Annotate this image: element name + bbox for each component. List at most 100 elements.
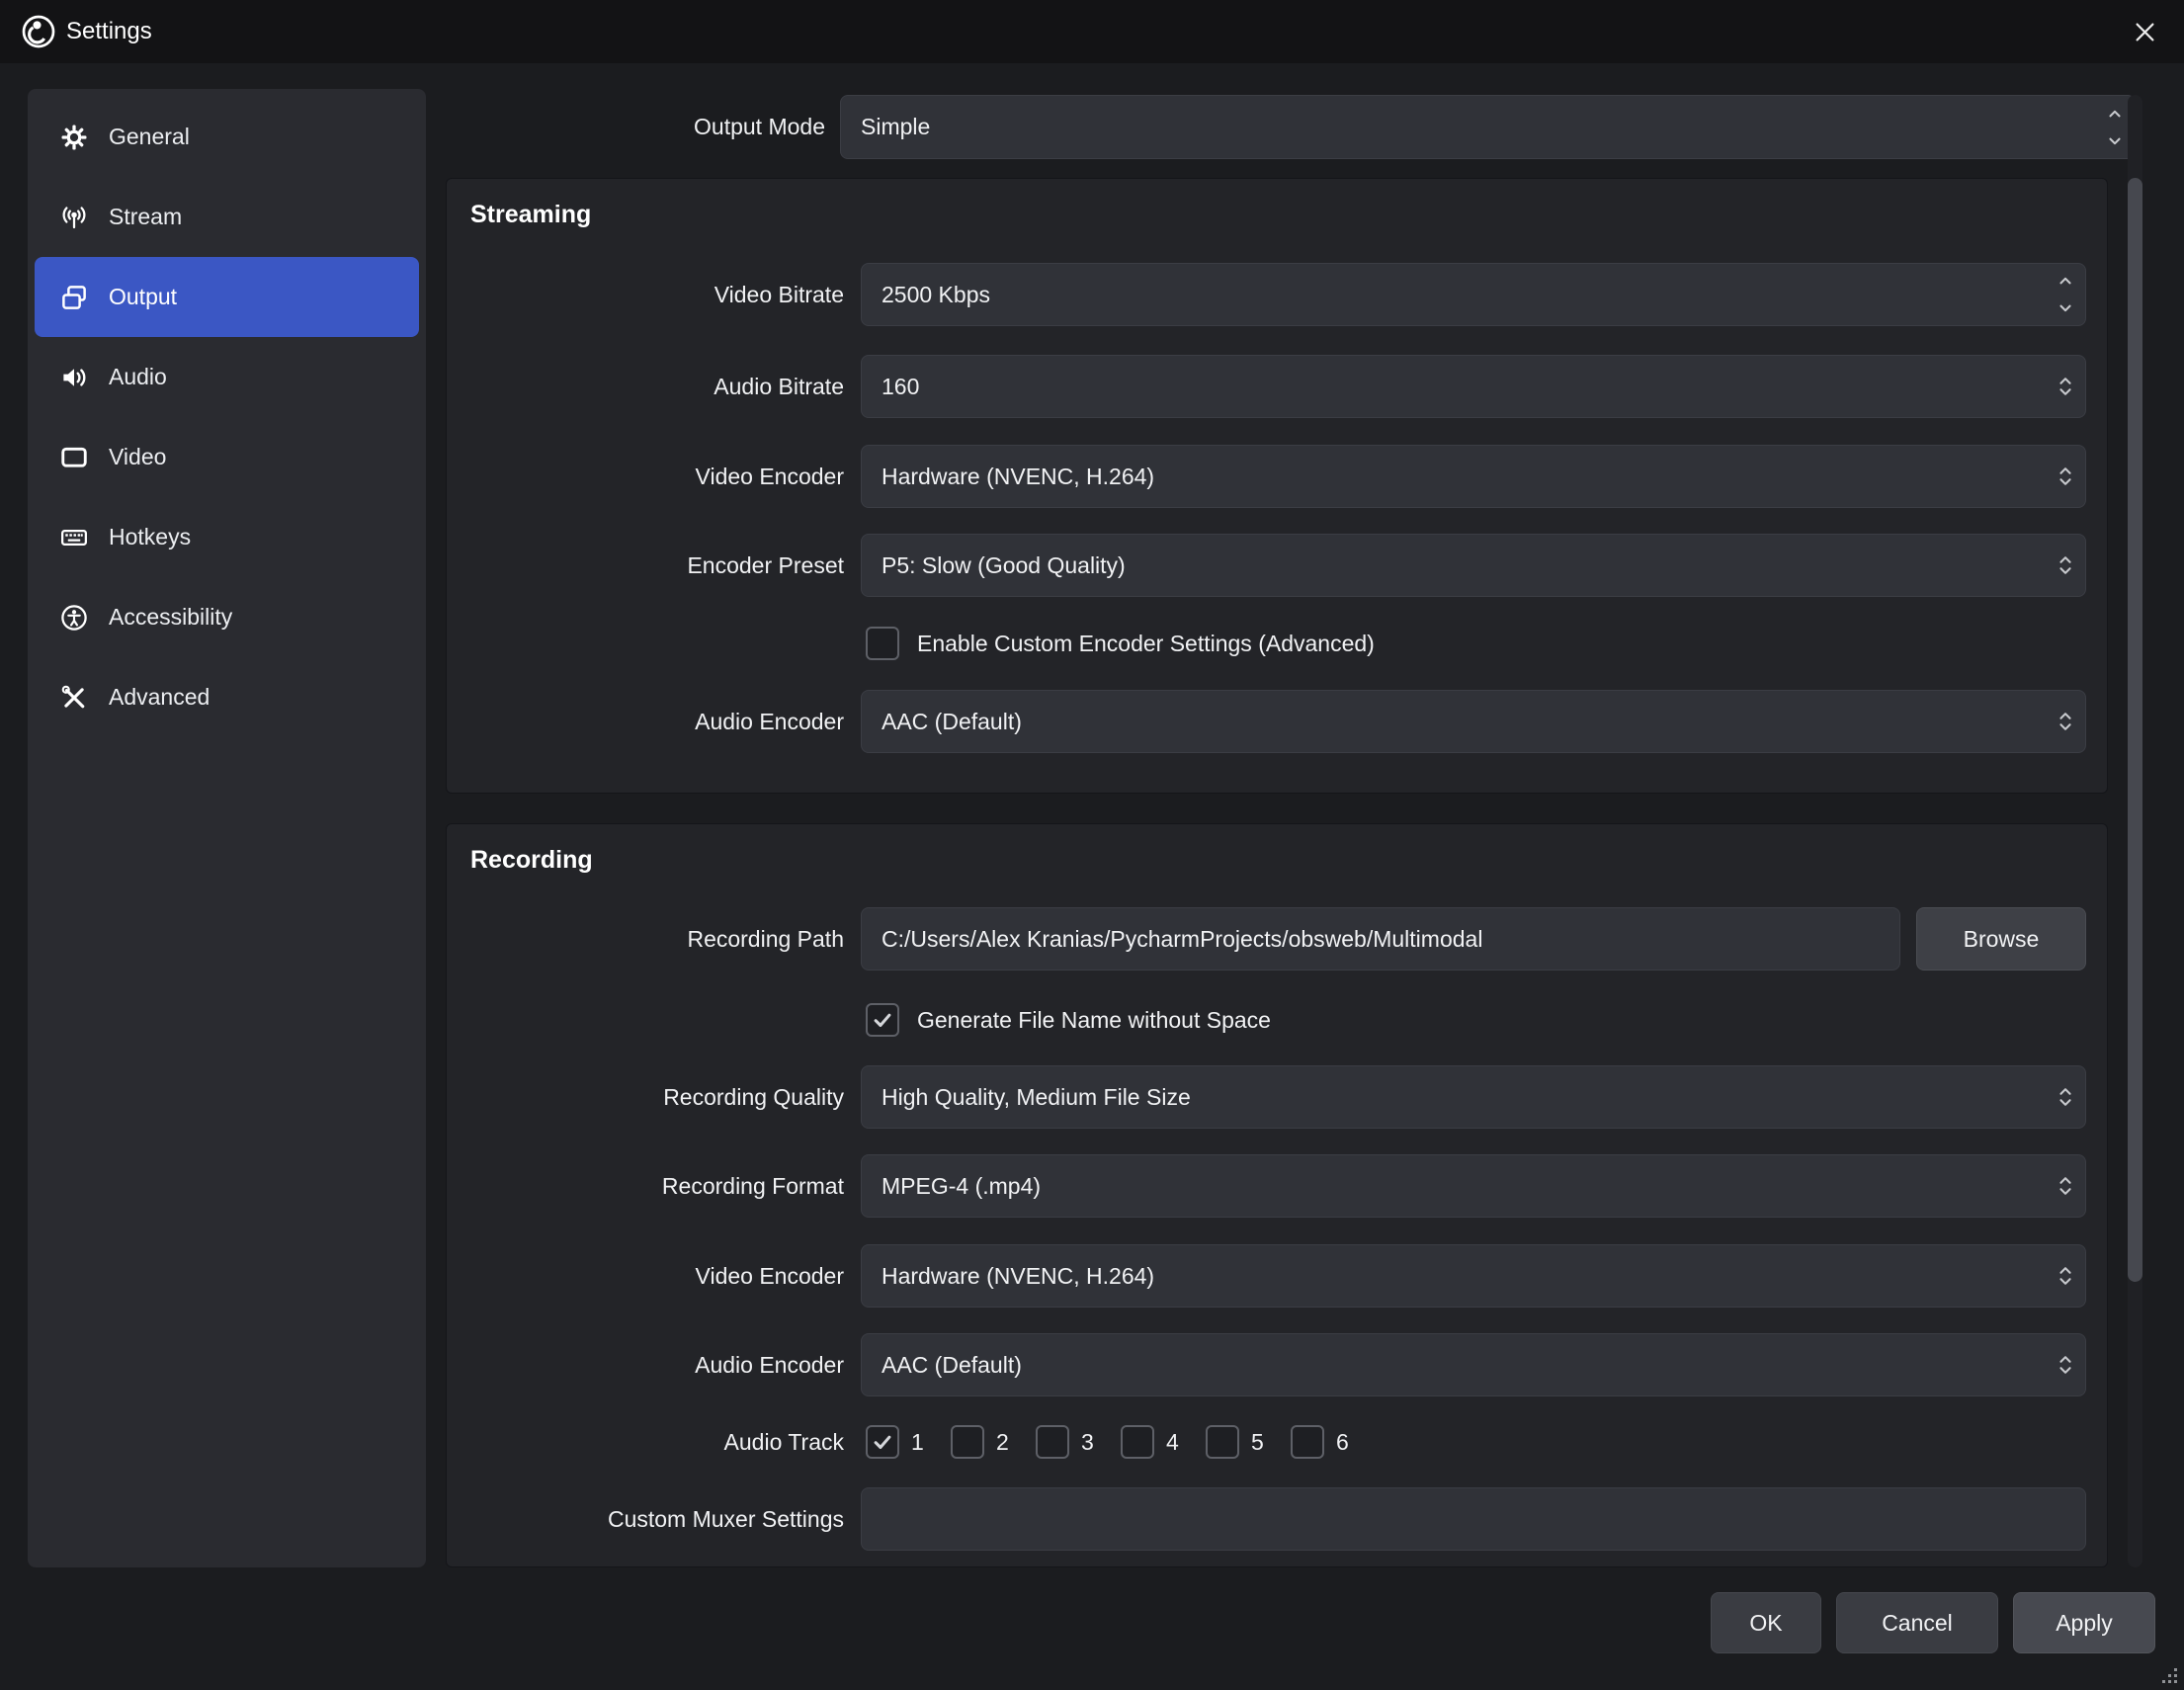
spinner-arrows-icon — [2058, 709, 2073, 734]
recording-path-value: C:/Users/Alex Kranias/PycharmProjects/ob… — [882, 926, 1482, 953]
title-bar: Settings — [0, 0, 2184, 63]
settings-sidebar: General Stream Output — [28, 89, 426, 1567]
audio-track-4-label: 4 — [1166, 1410, 1179, 1474]
sidebar-item-label: General — [109, 124, 190, 150]
encoder-preset-select[interactable]: P5: Slow (Good Quality) — [861, 534, 2086, 597]
recording-title: Recording — [470, 846, 593, 875]
scrollbar[interactable] — [2128, 95, 2142, 1567]
generate-filename-label: Generate File Name without Space — [917, 988, 1271, 1052]
spinner-arrows-icon — [2058, 1173, 2073, 1199]
keyboard-icon — [58, 522, 90, 553]
apply-button[interactable]: Apply — [2013, 1592, 2155, 1653]
sidebar-item-video[interactable]: Video — [35, 417, 419, 497]
recording-audio-encoder-label: Audio Encoder — [447, 1333, 844, 1396]
accessibility-icon — [58, 602, 90, 634]
recording-audio-encoder-value: AAC (Default) — [882, 1352, 1022, 1379]
tools-icon — [58, 682, 90, 714]
recording-video-encoder-select[interactable]: Hardware (NVENC, H.264) — [861, 1244, 2086, 1308]
video-encoder-value: Hardware (NVENC, H.264) — [882, 464, 1154, 490]
enable-custom-encoder-label: Enable Custom Encoder Settings (Advanced… — [917, 612, 1375, 675]
sidebar-item-stream[interactable]: Stream — [35, 177, 419, 257]
audio-track-1-label: 1 — [911, 1410, 924, 1474]
monitor-icon — [58, 442, 90, 473]
sidebar-item-label: Advanced — [109, 684, 210, 711]
audio-encoder-select[interactable]: AAC (Default) — [861, 690, 2086, 753]
spinner-arrows-icon — [2107, 106, 2123, 149]
sidebar-item-label: Accessibility — [109, 604, 232, 631]
resize-grip-icon[interactable] — [2161, 1667, 2179, 1685]
audio-track-6-label: 6 — [1336, 1410, 1349, 1474]
close-button[interactable] — [2113, 0, 2176, 63]
recording-video-encoder-value: Hardware (NVENC, H.264) — [882, 1263, 1154, 1290]
audio-bitrate-value: 160 — [882, 374, 919, 400]
window-title: Settings — [66, 18, 152, 45]
sidebar-item-audio[interactable]: Audio — [35, 337, 419, 417]
recording-audio-encoder-select[interactable]: AAC (Default) — [861, 1333, 2086, 1396]
recording-video-encoder-label: Video Encoder — [447, 1244, 844, 1308]
spinner-arrows-icon — [2058, 273, 2073, 316]
audio-track-3-label: 3 — [1081, 1410, 1094, 1474]
sidebar-item-general[interactable]: General — [35, 97, 419, 177]
browse-button[interactable]: Browse — [1916, 907, 2086, 971]
check-icon — [872, 1009, 893, 1031]
video-bitrate-label: Video Bitrate — [447, 263, 844, 326]
recording-format-label: Recording Format — [447, 1154, 844, 1218]
output-icon — [58, 282, 90, 313]
audio-track-2-checkbox[interactable] — [951, 1425, 984, 1459]
spinner-arrows-icon — [2058, 552, 2073, 578]
audio-bitrate-label: Audio Bitrate — [447, 355, 844, 418]
recording-format-value: MPEG-4 (.mp4) — [882, 1173, 1041, 1200]
spinner-arrows-icon — [2058, 464, 2073, 489]
enable-custom-encoder-checkbox[interactable] — [866, 627, 899, 660]
spinner-arrows-icon — [2058, 374, 2073, 399]
recording-quality-label: Recording Quality — [447, 1065, 844, 1129]
spinner-arrows-icon — [2058, 1352, 2073, 1378]
video-encoder-select[interactable]: Hardware (NVENC, H.264) — [861, 445, 2086, 508]
obs-logo-icon — [20, 13, 57, 50]
output-mode-value: Simple — [861, 114, 930, 140]
output-mode-select[interactable]: Simple — [840, 95, 2136, 159]
audio-encoder-label: Audio Encoder — [447, 690, 844, 753]
audio-track-5-checkbox[interactable] — [1206, 1425, 1239, 1459]
sidebar-item-output[interactable]: Output — [35, 257, 419, 337]
audio-track-3-checkbox[interactable] — [1036, 1425, 1069, 1459]
video-encoder-label: Video Encoder — [447, 445, 844, 508]
cancel-button[interactable]: Cancel — [1836, 1592, 1998, 1653]
audio-track-6-checkbox[interactable] — [1291, 1425, 1324, 1459]
recording-format-select[interactable]: MPEG-4 (.mp4) — [861, 1154, 2086, 1218]
audio-track-label: Audio Track — [447, 1410, 844, 1474]
recording-quality-select[interactable]: High Quality, Medium File Size — [861, 1065, 2086, 1129]
custom-muxer-label: Custom Muxer Settings — [447, 1487, 844, 1551]
broadcast-icon — [58, 202, 90, 233]
ok-button[interactable]: OK — [1711, 1592, 1821, 1653]
spinner-arrows-icon — [2058, 1084, 2073, 1110]
sidebar-item-accessibility[interactable]: Accessibility — [35, 577, 419, 657]
video-bitrate-spinbox[interactable]: 2500 Kbps — [861, 263, 2086, 326]
sidebar-item-label: Video — [109, 444, 166, 470]
recording-section: Recording Recording Path C:/Users/Alex K… — [446, 823, 2108, 1567]
custom-muxer-input[interactable] — [861, 1487, 2086, 1551]
audio-encoder-value: AAC (Default) — [882, 709, 1022, 735]
audio-bitrate-select[interactable]: 160 — [861, 355, 2086, 418]
encoder-preset-label: Encoder Preset — [447, 534, 844, 597]
audio-track-4-checkbox[interactable] — [1121, 1425, 1154, 1459]
sidebar-item-label: Audio — [109, 364, 167, 390]
sidebar-item-label: Stream — [109, 204, 182, 230]
speaker-icon — [58, 362, 90, 393]
generate-filename-checkbox[interactable] — [866, 1003, 899, 1037]
streaming-title: Streaming — [470, 201, 591, 229]
recording-path-input[interactable]: C:/Users/Alex Kranias/PycharmProjects/ob… — [861, 907, 1900, 971]
scrollbar-thumb[interactable] — [2128, 178, 2142, 1282]
check-icon — [872, 1431, 893, 1453]
recording-quality-value: High Quality, Medium File Size — [882, 1084, 1191, 1111]
sidebar-item-label: Output — [109, 284, 177, 310]
close-icon — [2132, 19, 2158, 45]
audio-track-5-label: 5 — [1251, 1410, 1264, 1474]
sidebar-item-hotkeys[interactable]: Hotkeys — [35, 497, 419, 577]
audio-track-1-checkbox[interactable] — [866, 1425, 899, 1459]
output-mode-label: Output Mode — [430, 95, 825, 159]
sidebar-item-advanced[interactable]: Advanced — [35, 657, 419, 737]
recording-path-label: Recording Path — [447, 907, 844, 971]
video-bitrate-value: 2500 Kbps — [882, 282, 990, 308]
spinner-arrows-icon — [2058, 1263, 2073, 1289]
